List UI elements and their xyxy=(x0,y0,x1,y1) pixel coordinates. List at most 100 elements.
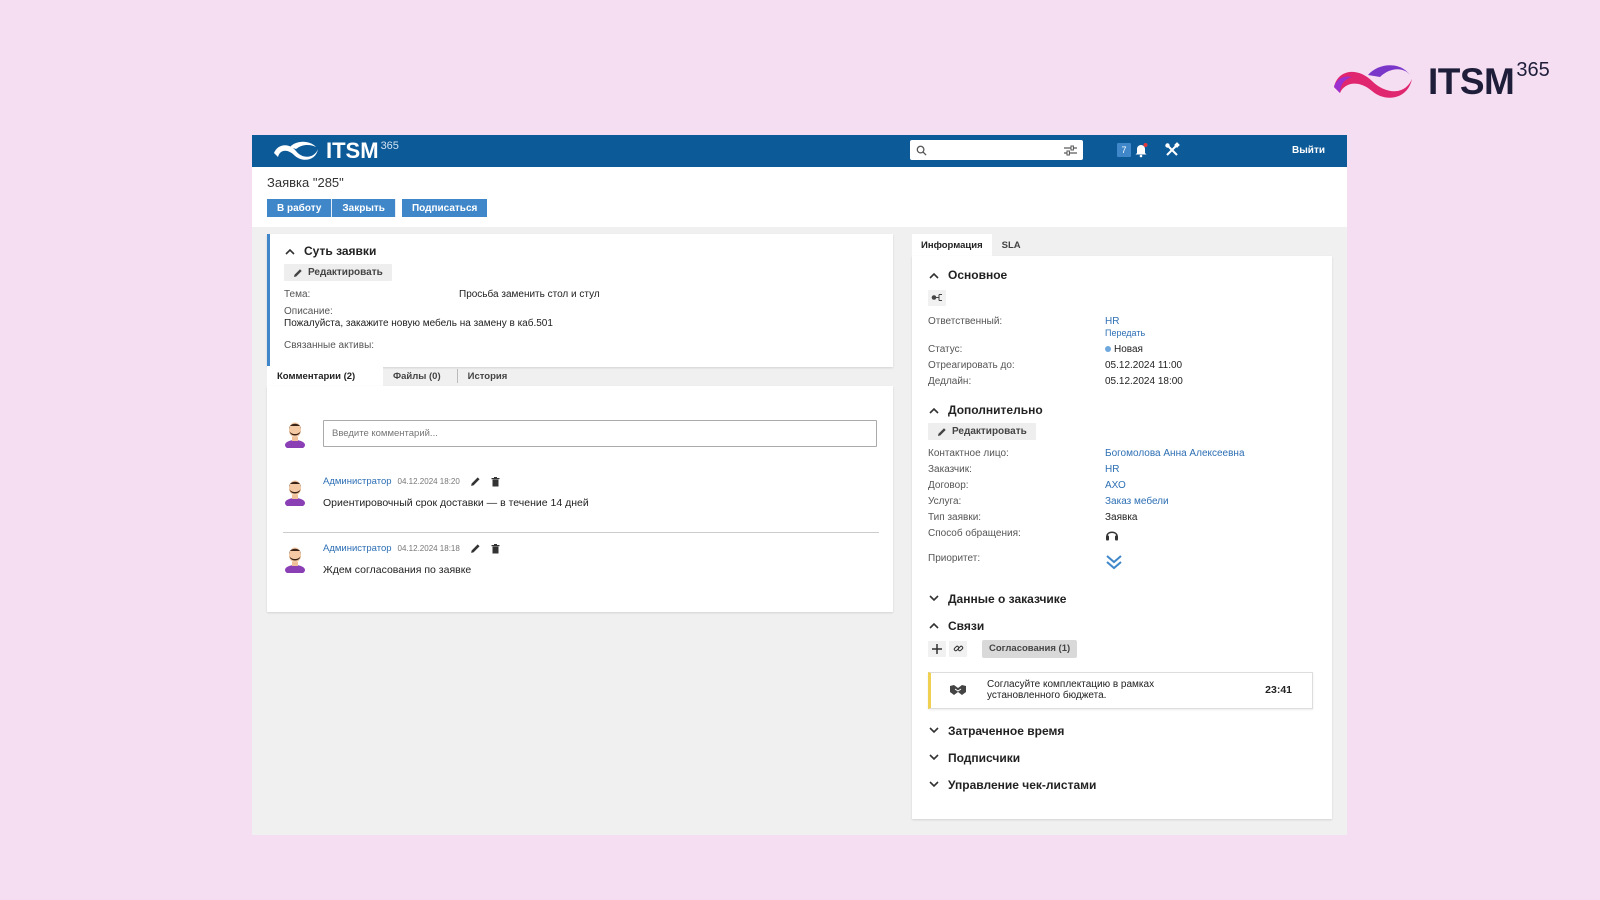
tab-comments[interactable]: Комментарии (2) xyxy=(267,366,383,386)
respond-by-value: 05.12.2024 11:00 xyxy=(1105,360,1183,371)
take-to-work-button[interactable]: В работу xyxy=(267,199,333,217)
tab-files[interactable]: Файлы (0) xyxy=(383,366,451,386)
comments-panel: Администратор 04.12.2024 18:20 Ориентиро… xyxy=(267,386,893,612)
add-link-button[interactable] xyxy=(928,640,946,657)
chevron-down-icon xyxy=(929,595,939,602)
chevron-down-icon xyxy=(929,727,939,734)
spent-time-heading: Затраченное время xyxy=(948,723,1065,738)
approval-task-card[interactable]: Согласуйте комплектацию в рамках установ… xyxy=(928,671,1313,709)
close-button[interactable]: Закрыть xyxy=(332,199,396,217)
app-window: ITSM 365 7 Выйти Заявка "285" В работу З… xyxy=(252,135,1347,835)
deadline-row: Дедлайн: 05.12.2024 18:00 xyxy=(928,376,1316,387)
pencil-icon xyxy=(938,427,946,436)
subscribe-button[interactable]: Подписаться xyxy=(401,199,488,217)
comment-author[interactable]: Администратор xyxy=(323,543,392,554)
links-heading: Связи xyxy=(948,618,985,633)
chevron-up-icon xyxy=(285,248,295,255)
chevron-up-icon xyxy=(929,622,939,629)
comment-meta: Администратор 04.12.2024 18:20 xyxy=(323,476,589,487)
comments-tabs: Комментарии (2) Файлы (0) История xyxy=(267,366,893,386)
action-buttons: В работу Закрыть Подписаться xyxy=(267,199,1332,217)
service-label: Услуга: xyxy=(928,495,962,507)
status-text: Новая xyxy=(1114,344,1143,355)
chevron-down-icon xyxy=(929,754,939,761)
tab-information[interactable]: Информация xyxy=(912,234,992,256)
comment-date: 04.12.2024 18:20 xyxy=(397,477,460,486)
extra-section-header[interactable]: Дополнительно xyxy=(928,403,1316,417)
search-box[interactable] xyxy=(910,140,1083,160)
transfer-link[interactable]: Передать xyxy=(1105,328,1145,338)
summary-card: Суть заявки Редактировать Тема: Просьба … xyxy=(267,234,893,367)
hierarchy-button[interactable] xyxy=(928,289,1316,307)
pencil-icon xyxy=(294,268,302,277)
assets-label: Связанные активы: xyxy=(284,339,375,351)
status-row: Статус: Новая xyxy=(928,344,1316,355)
approvals-tab[interactable]: Согласования (1) xyxy=(982,639,1078,658)
links-toolbar: Согласования (1) xyxy=(928,639,1316,658)
info-panel: Основное Ответственный: HR Передать Стат… xyxy=(912,256,1332,819)
chevron-up-icon xyxy=(929,407,939,414)
attach-link-button[interactable] xyxy=(949,640,967,657)
tab-sla[interactable]: SLA xyxy=(992,234,1031,256)
comment-date: 04.12.2024 18:18 xyxy=(397,544,460,553)
subscribers-section-header[interactable]: Подписчики xyxy=(928,751,1316,765)
bell-icon[interactable] xyxy=(1134,142,1148,158)
status-value: Новая xyxy=(1105,344,1143,355)
customer-data-section-header[interactable]: Данные о заказчике xyxy=(928,592,1316,606)
customer-data-heading: Данные о заказчике xyxy=(948,591,1067,606)
priority-label: Приоритет: xyxy=(928,552,981,564)
delete-comment-button[interactable] xyxy=(491,476,500,487)
notifications-count-badge[interactable]: 7 xyxy=(1117,143,1131,157)
service-value[interactable]: Заказ мебели xyxy=(1105,496,1169,507)
topic-label: Тема: xyxy=(284,288,311,300)
responsible-label: Ответственный: xyxy=(928,316,1003,327)
logout-link[interactable]: Выйти xyxy=(1292,145,1325,156)
comment-item: Администратор 04.12.2024 18:20 Ориентиро… xyxy=(283,476,589,509)
contact-value[interactable]: Богомолова Анна Алексеевна xyxy=(1105,448,1245,459)
tools-icon[interactable] xyxy=(1164,142,1180,158)
delete-comment-button[interactable] xyxy=(491,543,500,554)
respond-by-row: Отреагировать до: 05.12.2024 11:00 xyxy=(928,360,1316,371)
summary-heading: Суть заявки xyxy=(304,244,377,258)
app-logo[interactable]: ITSM 365 xyxy=(272,138,399,164)
contract-value[interactable]: АХО xyxy=(1105,480,1126,491)
channel-row: Способ обращения: xyxy=(928,528,1316,545)
links-section-header[interactable]: Связи xyxy=(928,619,1316,633)
edit-comment-button[interactable] xyxy=(470,476,481,487)
subscribers-heading: Подписчики xyxy=(948,750,1021,765)
edit-comment-button[interactable] xyxy=(470,543,481,554)
brand-name: ITSM xyxy=(1428,61,1515,102)
info-tabs: Информация SLA xyxy=(912,234,1031,256)
app-logo-icon xyxy=(274,141,318,160)
app-logo-sup: 365 xyxy=(380,140,399,152)
request-type-label: Тип заявки: xyxy=(928,511,982,523)
responsible-row: Ответственный: HR Передать xyxy=(928,316,1316,338)
comment-item: Администратор 04.12.2024 18:18 Ждем согл… xyxy=(283,543,500,576)
handshake-icon xyxy=(950,685,966,695)
tab-history[interactable]: История xyxy=(456,369,507,383)
contact-label: Контактное лицо: xyxy=(928,447,1009,459)
channel-value xyxy=(1105,528,1119,545)
deadline-label: Дедлайн: xyxy=(928,376,972,387)
filter-settings-icon[interactable] xyxy=(1064,145,1077,156)
extra-edit-button[interactable]: Редактировать xyxy=(928,423,1036,440)
top-bar: ITSM 365 7 Выйти xyxy=(252,135,1347,167)
search-input[interactable] xyxy=(931,144,1060,156)
spent-time-section-header[interactable]: Затраченное время xyxy=(928,724,1316,738)
avatar xyxy=(285,480,305,506)
extra-heading: Дополнительно xyxy=(948,403,1043,417)
customer-value[interactable]: HR xyxy=(1105,464,1119,475)
hierarchy-icon[interactable] xyxy=(928,289,946,306)
checklists-section-header[interactable]: Управление чек-листами xyxy=(928,778,1316,792)
comment-text: Ждем согласования по заявке xyxy=(323,564,472,576)
plus-icon xyxy=(932,643,942,654)
basic-section-header[interactable]: Основное xyxy=(928,268,1316,282)
search-icon xyxy=(916,145,927,156)
comment-author[interactable]: Администратор xyxy=(323,476,392,487)
customer-label: Заказчик: xyxy=(928,463,972,475)
comment-input[interactable] xyxy=(323,419,877,447)
description-label: Описание: xyxy=(284,305,333,317)
responsible-link[interactable]: HR xyxy=(1105,316,1119,327)
summary-edit-button[interactable]: Редактировать xyxy=(284,264,392,281)
summary-section-header[interactable]: Суть заявки xyxy=(284,244,879,258)
